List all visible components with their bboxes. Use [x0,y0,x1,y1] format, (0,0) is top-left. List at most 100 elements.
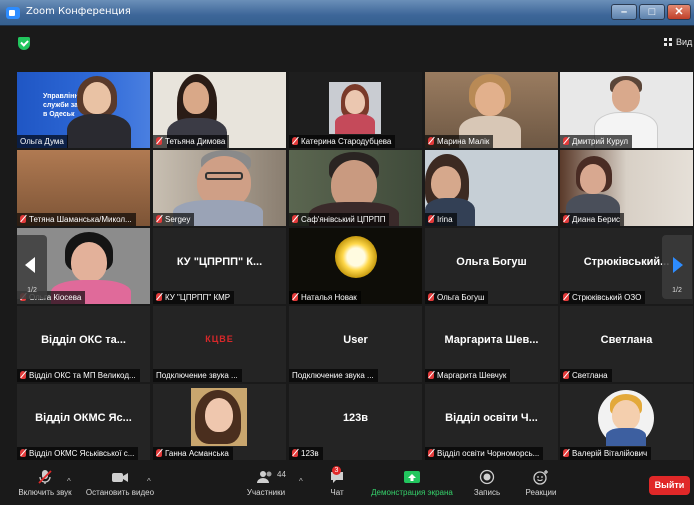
participant-name: 123в [289,447,323,460]
record-icon [470,469,504,485]
muted-mic-icon [156,215,162,223]
participant-display-name: Ольга Богуш [456,256,527,268]
meeting-top-bar: Вид [0,26,694,68]
maximize-button[interactable]: □ [639,4,665,20]
audio-options-caret-icon[interactable]: ^ [67,477,71,486]
video-tile[interactable]: Sergey [153,150,286,226]
grid-icon [664,38,673,46]
smiley-plus-icon [522,469,560,485]
video-tile[interactable]: Тетяна Шаманська/Микол... [17,150,150,226]
close-button[interactable]: ✕ [667,4,691,20]
video-camera-icon [84,469,156,485]
muted-mic-icon [428,371,434,379]
participant-name: Светлана [560,369,612,382]
video-tile[interactable]: КЦВЕ Подключение звука ... [153,306,286,382]
participants-label: Участники [246,488,286,497]
participant-display-name: Відділ ОКМС Яс... [35,412,132,424]
record-button[interactable]: Запись [470,469,504,497]
participant-name: Відділ освіти Чорноморсь... [425,447,544,460]
video-tile[interactable]: Диана Берис [560,150,693,226]
video-tile[interactable]: Саф'янівський ЦПРПП [289,150,422,226]
participant-name: Катерина Стародубцева [289,135,396,148]
share-screen-button[interactable]: Демонстрация экрана [366,469,458,497]
participant-name: Ганна Асманська [153,447,233,460]
security-shield-icon[interactable] [18,37,30,50]
chat-icon: 3 [322,466,352,485]
participants-options-caret-icon[interactable]: ^ [299,477,303,486]
reactions-button[interactable]: Реакции [522,469,560,497]
view-label: Вид [676,37,693,47]
participant-display-name: Светлана [600,334,653,346]
participant-name: Наталья Новак [289,291,361,304]
participants-button[interactable]: 44 Участники [244,469,288,497]
participant-name: Марина Малік [425,135,494,148]
page-indicator: 1/2 [27,287,37,294]
video-options-caret-icon[interactable]: ^ [147,477,151,486]
gallery-view: Управління служби за в Одеськ Ольга Дума… [0,70,694,460]
participant-name: Відділ ОКС та МП Великод... [17,369,140,382]
participant-name: Диана Берис [560,213,625,226]
chat-button[interactable]: 3 Чат [322,466,352,497]
previous-page-button[interactable]: 1/2 [17,235,47,299]
video-tile[interactable]: КУ "ЦПРПП" К... КУ "ЦПРПП" КМР [153,228,286,304]
video-tile[interactable]: Светлана Светлана [560,306,693,382]
participant-name: Подключение звука ... [153,369,242,382]
muted-mic-icon [563,449,569,457]
unmute-label: Включить звук [18,488,72,497]
muted-mic-icon [292,293,298,301]
video-tile[interactable]: Марина Малік [425,72,558,148]
leave-meeting-button[interactable]: Выйти [649,476,690,495]
participant-name: Тетьяна Димова [153,135,230,148]
participant-name: Відділ ОКМС Яськівської с... [17,447,139,460]
participant-name: Валерій Віталійович [560,447,652,460]
reactions-label: Реакции [525,488,557,497]
video-tile[interactable]: Відділ освіти Ч... Відділ освіти Чорномо… [425,384,558,460]
participant-name: Irina [425,213,457,226]
participant-display-name: Відділ ОКС та... [41,334,126,346]
participant-display-name: 123в [342,412,369,424]
share-screen-icon [366,469,458,485]
muted-mic-icon [563,371,569,379]
minimize-button[interactable]: – [611,4,637,20]
participants-icon: 44 [244,469,288,485]
participant-name: Ольга Дума [17,135,68,148]
window-title: Zoom Конференция [26,6,131,17]
muted-mic-icon [428,215,434,223]
participant-display-name: КУ "ЦПРПП" К... [176,256,263,268]
record-label: Запись [473,488,501,497]
video-tile[interactable]: User Подключение звука ... [289,306,422,382]
video-tile[interactable]: Дмитрий Курул [560,72,693,148]
video-tile[interactable]: 123в 123в [289,384,422,460]
participant-name: Ольга Богуш [425,291,489,304]
video-tile[interactable]: Катерина Стародубцева [289,72,422,148]
muted-mic-icon [156,293,162,301]
muted-mic-icon [156,137,162,145]
video-tile[interactable]: Тетьяна Димова [153,72,286,148]
view-button[interactable]: Вид [664,37,692,47]
video-tile[interactable]: Наталья Новак [289,228,422,304]
participants-count: 44 [277,470,286,479]
participant-name: Саф'янівський ЦПРПП [289,213,390,226]
video-button[interactable]: Остановить видео [84,469,156,497]
share-screen-label: Демонстрация экрана [371,488,453,497]
arrow-right-icon [673,257,683,273]
participant-name: Тетяна Шаманська/Микол... [17,213,136,226]
video-tile[interactable]: Маргарита Шев... Маргарита Шевчук [425,306,558,382]
muted-mic-icon [20,371,26,379]
chat-unread-badge: 3 [332,466,341,475]
next-page-button[interactable]: 1/2 [662,235,692,299]
zoom-window: Zoom Конференция – □ ✕ Вид Управління сл… [0,0,694,505]
arrow-left-icon [25,257,35,273]
video-tile[interactable]: Irina [425,150,558,226]
chat-label: Чат [330,488,344,497]
video-tile[interactable]: Відділ ОКМС Яс... Відділ ОКМС Яськівсько… [17,384,150,460]
video-tile[interactable]: Відділ ОКС та... Відділ ОКС та МП Велико… [17,306,150,382]
video-tile[interactable]: Валерій Віталійович [560,384,693,460]
muted-mic-icon [292,215,298,223]
page-indicator: 1/2 [672,287,682,294]
video-tile[interactable]: Управління служби за в Одеськ Ольга Дума [17,72,150,148]
muted-mic-icon [563,215,569,223]
participant-display-name: User [343,334,368,346]
video-tile[interactable]: Ганна Асманська [153,384,286,460]
video-tile[interactable]: Ольга Богуш Ольга Богуш [425,228,558,304]
